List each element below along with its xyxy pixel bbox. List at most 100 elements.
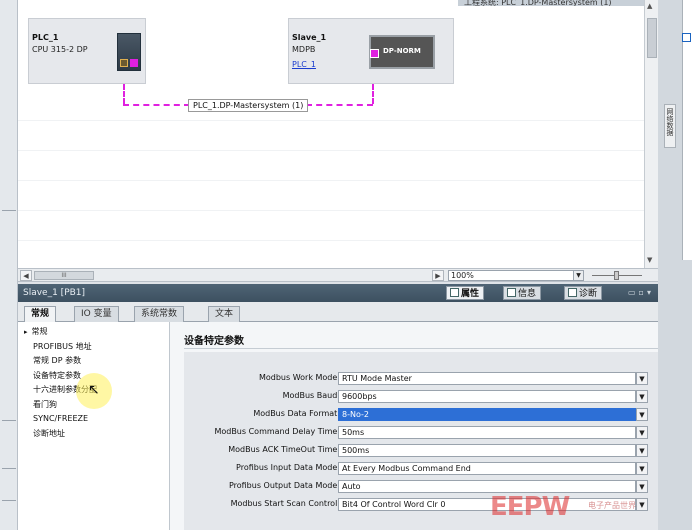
chevron-down-icon[interactable]: ▼: [636, 498, 648, 511]
param-row: Modbus Start Scan Control: Bit4 Of Contr…: [184, 496, 658, 514]
section-divider: [184, 348, 658, 349]
param-label: Profibus Output Data Mode:: [228, 481, 340, 490]
canvas-bottom-bar: ◀ III ▶ 100% ▼: [18, 268, 658, 282]
tab-info[interactable]: 信息: [503, 286, 542, 300]
inspector-title: Slave_1 [PB1]: [23, 288, 86, 298]
master-system-title-bar: 工程系统: PLC_1.DP-Mastersystem (1): [458, 0, 658, 6]
chevron-down-icon[interactable]: ▼: [636, 480, 648, 493]
chevron-down-icon[interactable]: ▼: [636, 372, 648, 385]
canvas-vertical-scrollbar[interactable]: ▲ ▼: [644, 0, 658, 268]
param-row: ModBus ACK TimeOut Time: 500ms ▼: [184, 442, 658, 460]
slave-type: MDPB: [292, 45, 316, 54]
inspector-tabs: 常规 IO 变量 系统常数 文本: [18, 302, 658, 323]
scroll-thumb[interactable]: [647, 18, 657, 58]
param-row: ModBus Command Delay Time: 50ms ▼: [184, 424, 658, 442]
slave-dp-port-icon[interactable]: [370, 49, 379, 58]
param-row: Modbus Work Mode: RTU Mode Master ▼: [184, 370, 658, 388]
param-row: Profibus Input Data Mode: At Every Modbu…: [184, 460, 658, 478]
network-data-vertical-tab[interactable]: 网络数据: [664, 104, 676, 148]
param-label: Modbus Start Scan Control:: [230, 499, 340, 508]
bus-drop-slave: [372, 84, 374, 104]
zoom-slider-handle[interactable]: [614, 271, 619, 280]
slave-name: Slave_1: [292, 33, 327, 42]
left-toolbar-strip: [0, 0, 18, 530]
zoom-select[interactable]: 100% ▼: [448, 270, 584, 281]
cpu-module-icon[interactable]: [117, 33, 141, 71]
param-label: Modbus Work Mode:: [258, 373, 340, 382]
tab-properties[interactable]: 属性: [446, 286, 485, 300]
param-label: ModBus ACK TimeOut Time:: [228, 445, 340, 454]
nav-item-diagnostic-address[interactable]: 诊断地址: [18, 427, 169, 442]
tab-io-tags[interactable]: IO 变量: [74, 306, 119, 322]
bus-drop-plc: [123, 84, 125, 104]
info-icon: [507, 288, 516, 297]
param-label: ModBus Baud:: [282, 391, 340, 400]
param-select[interactable]: 500ms: [338, 444, 636, 457]
param-row: ModBus Data Format: 8-No-2 ▼: [184, 406, 658, 424]
chevron-down-icon[interactable]: ▼: [636, 444, 648, 457]
nav-item-general[interactable]: 常规: [18, 325, 169, 340]
grid-line: [18, 180, 658, 181]
mpi-port-icon[interactable]: [120, 59, 128, 67]
tab-diagnostics[interactable]: 诊断: [564, 286, 603, 300]
nav-item-general-dp-params[interactable]: 常规 DP 参数: [18, 354, 169, 369]
scroll-down-icon[interactable]: ▼: [647, 256, 652, 264]
chevron-down-icon[interactable]: ▼: [636, 462, 648, 475]
strip-divider: [2, 210, 16, 211]
param-label: ModBus Command Delay Time:: [214, 427, 340, 436]
properties-icon: [450, 288, 459, 297]
param-row: Profibus Output Data Mode: Auto ▼: [184, 478, 658, 496]
inspector-nav-tree: 常规 PROFIBUS 地址 常规 DP 参数 设备特定参数 十六进制参数分配 …: [18, 322, 170, 530]
dp-norm-label: DP-NORM: [383, 47, 421, 55]
section-title: 设备特定参数: [184, 336, 244, 347]
strip-divider: [2, 500, 16, 501]
chevron-down-icon[interactable]: ▼: [636, 426, 648, 439]
chevron-down-icon[interactable]: ▼: [636, 390, 648, 403]
chevron-down-icon[interactable]: ▼: [636, 408, 648, 421]
scroll-right-icon[interactable]: ▶: [432, 270, 444, 281]
param-select[interactable]: 50ms: [338, 426, 636, 439]
horizontal-scroll-thumb[interactable]: III: [34, 271, 94, 280]
scroll-up-icon[interactable]: ▲: [647, 2, 652, 10]
nav-item-profibus-address[interactable]: PROFIBUS 地址: [18, 340, 169, 355]
watermark-subtitle: 电子产品世界: [588, 501, 636, 510]
zoom-value: 100%: [451, 271, 474, 280]
param-label: Profibus Input Data Mode:: [236, 463, 340, 472]
plc-type: CPU 315-2 DP: [32, 45, 88, 54]
grid-line: [18, 120, 658, 121]
dp-norm-module[interactable]: DP-NORM: [369, 35, 435, 69]
tab-general[interactable]: 常规: [24, 306, 57, 323]
nav-item-sync-freeze[interactable]: SYNC/FREEZE: [18, 412, 169, 427]
param-select[interactable]: 9600bps: [338, 390, 636, 403]
param-row: ModBus Baud: 9600bps ▼: [184, 388, 658, 406]
network-view-canvas[interactable]: 工程系统: PLC_1.DP-Mastersystem (1) PLC_1 CP…: [18, 0, 658, 268]
panel-checkbox[interactable]: [682, 33, 691, 42]
inspector-header: Slave_1 [PB1] 属性 信息 诊断 ▭▫▾: [18, 284, 658, 302]
dp-port-icon[interactable]: [130, 59, 138, 67]
zoom-slider[interactable]: [592, 271, 642, 280]
diagnostics-icon: [568, 288, 577, 297]
master-system-label[interactable]: PLC_1.DP-Mastersystem (1): [188, 99, 309, 112]
slave-device[interactable]: Slave_1 MDPB PLC_1 DP-NORM: [288, 18, 454, 84]
param-select[interactable]: Auto: [338, 480, 636, 493]
chevron-down-icon[interactable]: ▼: [573, 271, 583, 280]
parameter-detail-pane: 设备特定参数 Modbus Work Mode: RTU Mode Master…: [170, 322, 658, 530]
param-select[interactable]: RTU Mode Master: [338, 372, 636, 385]
grid-line: [18, 210, 658, 211]
plc-device[interactable]: PLC_1 CPU 315-2 DP: [28, 18, 146, 84]
param-select[interactable]: 8-No-2: [338, 408, 636, 421]
strip-divider: [2, 420, 16, 421]
param-label: ModBus Data Format:: [253, 409, 340, 418]
plc-name: PLC_1: [32, 33, 59, 42]
param-select[interactable]: At Every Modbus Command End: [338, 462, 636, 475]
strip-divider: [2, 468, 16, 469]
right-side-strip: 网络数据: [658, 0, 692, 530]
scroll-left-icon[interactable]: ◀: [20, 270, 32, 281]
window-controls[interactable]: ▭▫▾: [628, 284, 654, 302]
parameter-form: Modbus Work Mode: RTU Mode Master ▼ ModB…: [184, 352, 658, 530]
grid-line: [18, 150, 658, 151]
slave-master-link[interactable]: PLC_1: [292, 60, 316, 69]
mouse-pointer-icon: ↖: [88, 382, 100, 398]
tab-system-constants[interactable]: 系统常数: [134, 306, 185, 322]
tab-texts[interactable]: 文本: [208, 306, 241, 322]
